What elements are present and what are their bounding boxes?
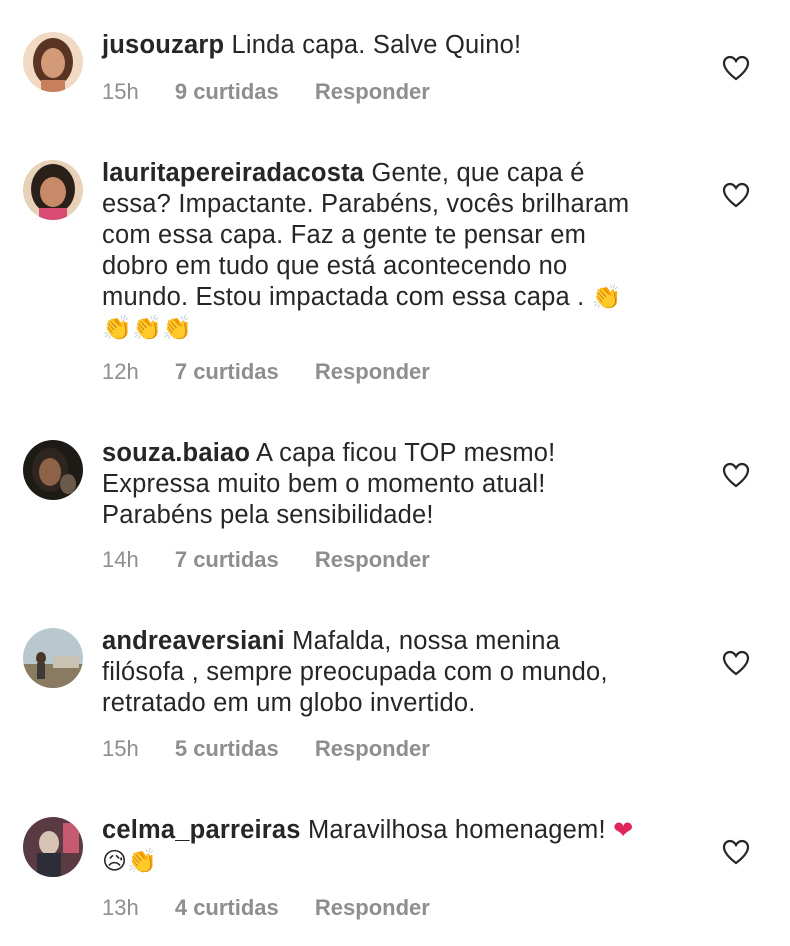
comment-username[interactable]: souza.baiao: [102, 439, 250, 467]
comment-likes[interactable]: 7 curtidas: [175, 547, 279, 573]
reply-button[interactable]: Responder: [315, 736, 430, 762]
comment-text-line: mundo. Estou impactada com essa capa .: [102, 283, 585, 311]
comment-text-line: Parabéns pela sensibilidade!: [102, 501, 434, 529]
reply-button[interactable]: Responder: [315, 359, 430, 385]
reply-button[interactable]: Responder: [315, 547, 430, 573]
avatar[interactable]: [23, 817, 83, 877]
avatar[interactable]: [23, 32, 83, 92]
heart-outline-icon[interactable]: [722, 462, 750, 488]
avatar[interactable]: [23, 628, 83, 688]
comment-likes[interactable]: 7 curtidas: [175, 359, 279, 385]
comment-text: Maravilhosa homenagem!: [307, 816, 606, 844]
comment-likes[interactable]: 5 curtidas: [175, 736, 279, 762]
comment-username[interactable]: celma_parreiras: [102, 816, 301, 844]
comment-text-line: essa? Impactante. Parabéns, vocês brilha…: [102, 190, 630, 218]
comment-likes[interactable]: 4 curtidas: [175, 895, 279, 921]
comment-text-line: Expressa muito bem o momento atual!: [102, 470, 546, 498]
red-heart-emoji: ❤: [613, 816, 634, 844]
comment-username[interactable]: jusouzarp: [102, 31, 224, 59]
reply-button[interactable]: Responder: [315, 895, 430, 921]
heart-outline-icon[interactable]: [722, 650, 750, 676]
avatar[interactable]: [23, 160, 83, 220]
reply-button[interactable]: Responder: [315, 79, 430, 105]
comment-time[interactable]: 13h: [102, 895, 139, 921]
comment-text-line: dobro em tudo que está acontecendo no: [102, 252, 568, 280]
comment-text-line: com essa capa. Faz a gente te pensar em: [102, 221, 587, 249]
comment-username[interactable]: lauritapereiradacosta: [102, 159, 364, 187]
comment-text-line: Gente, que capa é: [371, 159, 585, 187]
comment-text: Linda capa. Salve Quino!: [231, 31, 522, 59]
comment-time[interactable]: 14h: [102, 547, 139, 573]
comment-username[interactable]: andreaversiani: [102, 627, 285, 655]
heart-outline-icon[interactable]: [722, 182, 750, 208]
comment-text-line: A capa ficou TOP mesmo!: [256, 439, 556, 467]
comment-time[interactable]: 15h: [102, 736, 139, 762]
comment-time[interactable]: 12h: [102, 359, 139, 385]
comment-text-line: retratado em um globo invertido.: [102, 689, 476, 717]
comment-likes[interactable]: 9 curtidas: [175, 79, 279, 105]
heart-outline-icon[interactable]: [722, 839, 750, 865]
comment-text-line: Mafalda, nossa menina: [292, 627, 560, 655]
sad-and-clapping-emoji-row: 😥👏: [102, 847, 158, 875]
clapping-hands-emoji-row: 👏👏👏: [102, 314, 193, 342]
clapping-hands-emoji: 👏: [591, 283, 622, 311]
avatar[interactable]: [23, 440, 83, 500]
comment-time[interactable]: 15h: [102, 79, 139, 105]
comment-text-line: filósofa , sempre preocupada com o mundo…: [102, 658, 608, 686]
heart-outline-icon[interactable]: [722, 55, 750, 81]
